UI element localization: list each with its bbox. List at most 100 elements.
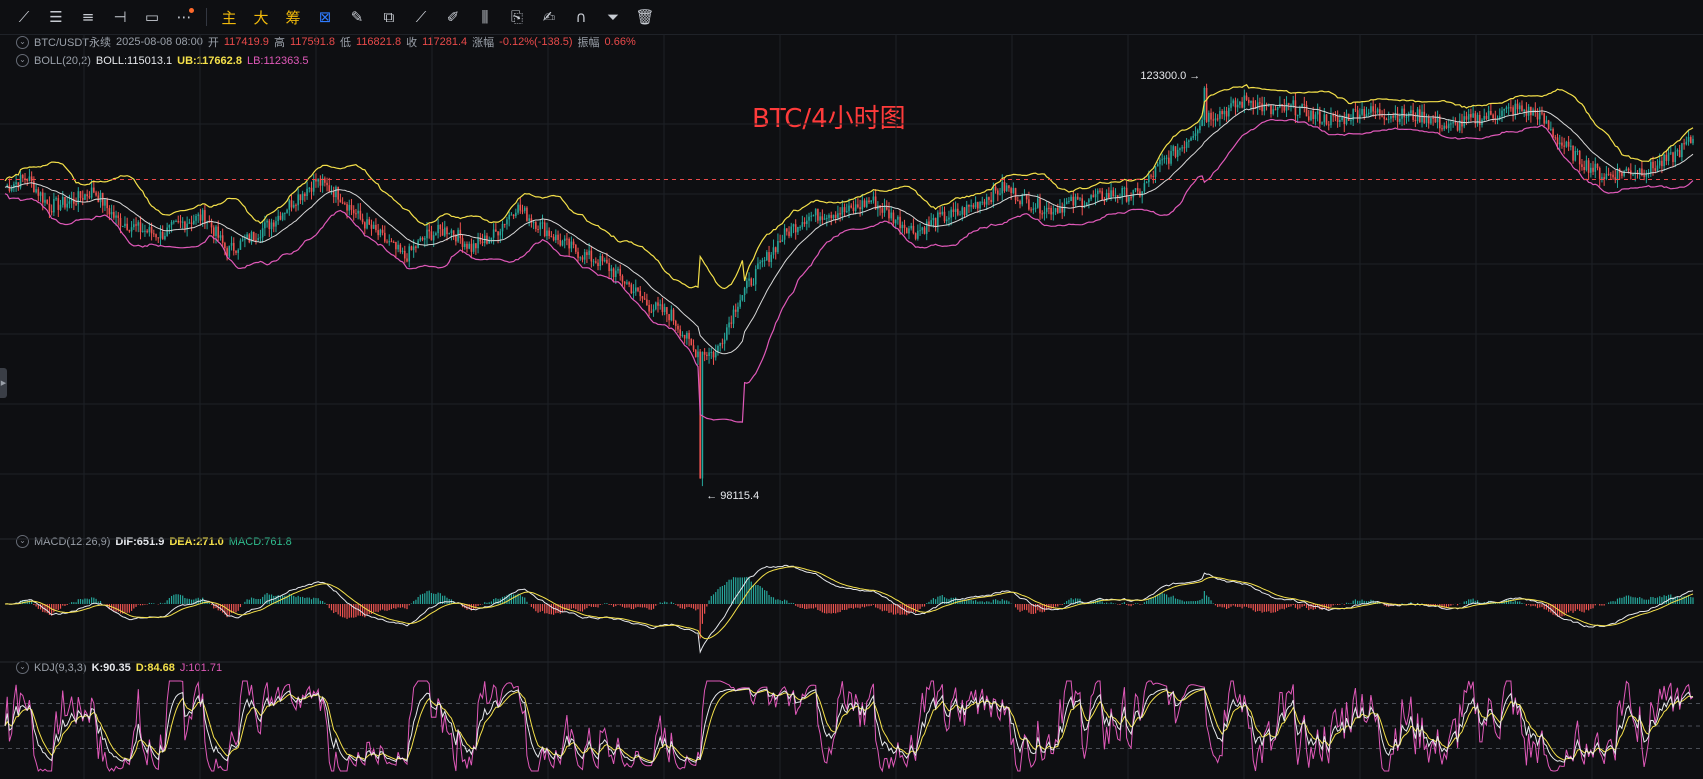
candle-body — [1232, 100, 1235, 104]
measure-icon[interactable]: ⊠ — [309, 2, 341, 32]
candle-body — [55, 198, 57, 200]
candle-body — [252, 232, 255, 240]
clipboard-icon[interactable]: ⎘ — [501, 2, 533, 32]
horizontal-ray-icon[interactable]: ⊣ — [104, 2, 136, 32]
candle-body — [870, 200, 873, 203]
candle-body — [164, 235, 166, 240]
candle-body — [1241, 101, 1243, 108]
candle-body — [595, 261, 597, 263]
candle-body — [1327, 124, 1330, 126]
copy-icon[interactable]: ⧉ — [373, 2, 405, 32]
candle-body — [1501, 110, 1503, 117]
candle-body — [497, 231, 499, 236]
candle-body — [346, 204, 348, 211]
parallel-lines-icon[interactable]: ☰ — [40, 2, 72, 32]
candle-body — [666, 307, 668, 315]
candle-body — [586, 252, 588, 256]
candle-body — [110, 211, 113, 215]
candle-body — [774, 247, 777, 253]
candle-body — [923, 227, 926, 234]
candle-body — [828, 215, 830, 218]
candle-body — [1410, 110, 1412, 114]
ruler-icon[interactable]: ⟋ — [405, 2, 437, 32]
candle-body — [368, 219, 371, 225]
candle-body — [670, 309, 673, 321]
candle-body — [115, 215, 117, 218]
trendline-icon[interactable]: ⟋ — [8, 2, 40, 32]
candle-body — [621, 275, 624, 282]
candle-body — [1554, 137, 1557, 139]
cn-button-0[interactable]: 主 — [213, 2, 245, 32]
candle-body — [1507, 107, 1510, 109]
candle-body — [1305, 105, 1308, 117]
candle-body — [806, 220, 808, 224]
candle-body — [279, 215, 282, 220]
candle-body — [1267, 105, 1270, 107]
candle-body — [1621, 172, 1623, 176]
candle-body — [212, 227, 215, 236]
cn-button-1[interactable]: 大 — [245, 2, 277, 32]
candle-body — [328, 185, 331, 192]
candle-body — [1108, 193, 1110, 198]
candle-body — [890, 212, 892, 219]
candle-body — [86, 194, 88, 197]
candle-body — [244, 238, 246, 240]
candle-body — [386, 241, 388, 243]
candle-body — [448, 233, 451, 235]
candle-body — [1403, 108, 1406, 118]
candle-body — [472, 243, 475, 252]
candle-body — [1101, 191, 1103, 201]
more-icon[interactable]: ⋯ — [168, 2, 200, 32]
candle-body — [663, 307, 666, 313]
candle-body — [708, 352, 710, 357]
candle-body — [837, 213, 839, 218]
candle-body — [568, 238, 570, 249]
candle-body — [1347, 113, 1350, 121]
candle-body — [1005, 185, 1008, 191]
candle-body — [381, 229, 384, 233]
candle-body — [1088, 199, 1090, 203]
brush-icon[interactable]: ✐ — [437, 2, 469, 32]
candle-body — [412, 246, 415, 251]
candle-body — [1287, 103, 1290, 105]
filter-icon[interactable]: ⏷ — [597, 2, 629, 32]
low-annotation: ← 98115.4 — [706, 490, 759, 502]
candle-body — [1205, 88, 1208, 122]
pen-icon[interactable]: ✎ — [341, 2, 373, 32]
candle-body — [543, 222, 546, 237]
candles-icon[interactable]: ⫼ — [469, 2, 501, 32]
candle-body — [881, 208, 884, 213]
candle-body — [357, 210, 359, 214]
candle-body — [515, 212, 517, 217]
candle-body — [1445, 125, 1448, 129]
candle-body — [37, 189, 40, 196]
candle-body — [268, 220, 271, 230]
candle-body — [854, 204, 857, 212]
chart-canvas[interactable]: 123300.0 → ← 98115.4 — [0, 34, 1703, 779]
candle-body — [1316, 111, 1319, 115]
candle-body — [688, 332, 690, 339]
candle-body — [834, 214, 837, 218]
candle-body — [50, 211, 53, 213]
candle-body — [390, 241, 393, 243]
candle-body — [1638, 168, 1641, 174]
candle-body — [1332, 115, 1334, 117]
cn-button-2[interactable]: 筹 — [277, 2, 309, 32]
candle-body — [1136, 188, 1139, 192]
trash-icon[interactable]: 🗑 — [629, 2, 661, 32]
fib-lines-icon[interactable]: ≡ — [72, 2, 104, 32]
note-icon[interactable]: ✍ — [533, 2, 565, 32]
candle-body — [124, 223, 126, 227]
candle-body — [581, 257, 584, 260]
candle-body — [1330, 115, 1332, 126]
magnet-icon[interactable]: ∩ — [565, 2, 597, 32]
candle-body — [723, 339, 726, 344]
candle-body — [794, 224, 797, 233]
rectangle-icon[interactable]: ▭ — [136, 2, 168, 32]
candle-body — [375, 224, 377, 231]
candle-body — [777, 241, 779, 253]
candle-body — [1665, 154, 1668, 161]
candle-body — [821, 216, 824, 220]
candle-body — [108, 208, 111, 215]
candle-body — [1194, 133, 1197, 137]
